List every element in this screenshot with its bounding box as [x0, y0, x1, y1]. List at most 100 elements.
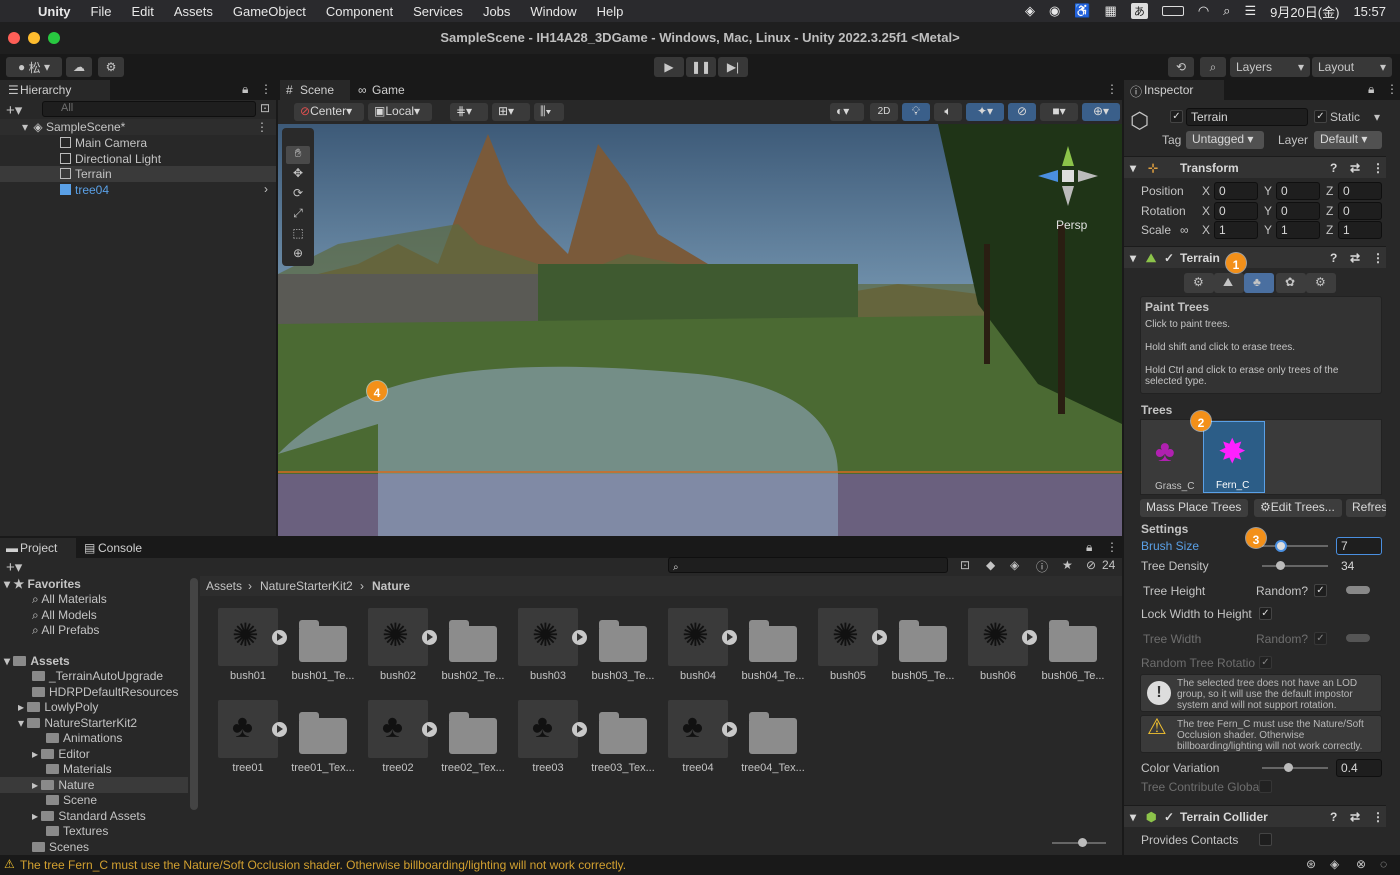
camera-settings-button[interactable]: ■▾ [1040, 103, 1078, 121]
kebab-menu-icon[interactable]: ⋮ [1386, 82, 1398, 96]
expand-prefab-button[interactable] [572, 630, 587, 645]
folder-icon[interactable] [449, 712, 497, 754]
presets-icon[interactable]: ⇄ [1350, 161, 1360, 175]
transform-tool-button[interactable]: ⊕ [286, 246, 310, 264]
menu-app[interactable]: Unity [28, 4, 81, 19]
tree-height-random-checkbox[interactable]: ✓ [1314, 584, 1327, 597]
menubar-date[interactable]: 9月20日(金) [1270, 2, 1339, 21]
scene-row[interactable]: ▾ ◈ SampleScene* ⋮ [0, 119, 276, 135]
increment-snap-button[interactable]: ⫼▾ [534, 103, 564, 121]
chevron-down-icon[interactable]: ▾ [1374, 110, 1380, 124]
asset-prefab-thumbnail[interactable]: ♣ [218, 700, 278, 758]
brush-size-field[interactable]: 7 [1336, 537, 1382, 555]
help-icon[interactable]: ? [1330, 810, 1337, 824]
terrain-header[interactable]: ▾ ⛰︎ ✓ Terrain? ⇄ ⋮ [1124, 246, 1386, 268]
grid-snap-button[interactable]: ⋕▾ [450, 103, 488, 121]
scale-x-field[interactable]: 1 [1214, 221, 1258, 239]
kebab-menu-icon[interactable]: ⋮ [1372, 810, 1384, 824]
ime-indicator[interactable]: あ [1130, 3, 1148, 19]
rotation-y-field[interactable]: 0 [1276, 202, 1320, 220]
tag-dropdown[interactable]: Untagged ▾ [1186, 131, 1264, 149]
asset-label[interactable]: bush01 [208, 670, 288, 682]
draw-mode-button[interactable]: ◐▾ [830, 103, 864, 121]
lock-width-checkbox[interactable]: ✓ [1259, 607, 1272, 620]
terrain-collider-header[interactable]: ▾ ⬢ ✓ Terrain Collider? ⇄ ⋮ [1124, 805, 1386, 827]
lock-icon[interactable]: 🔒︎ [1368, 82, 1374, 97]
menu-component[interactable]: Component [316, 4, 403, 19]
position-x-field[interactable]: 0 [1214, 182, 1258, 200]
asset-label[interactable]: bush01_Te... [283, 670, 363, 682]
battery-icon[interactable] [1161, 6, 1184, 16]
asset-label[interactable]: bush05 [808, 670, 888, 682]
breadcrumb-assets[interactable]: Assets [206, 579, 242, 593]
hierarchy-item-terrain[interactable]: Terrain [0, 166, 276, 182]
expand-prefab-button[interactable] [422, 630, 437, 645]
expand-prefab-button[interactable] [272, 722, 287, 737]
icon-size-slider-thumb[interactable] [1078, 838, 1087, 847]
tree-density-slider[interactable] [1262, 565, 1328, 567]
assets-row[interactable]: ▾ Assets [4, 653, 70, 669]
folder-materials[interactable]: Materials [46, 761, 112, 777]
asset-prefab-thumbnail[interactable]: ✺ [818, 608, 878, 666]
asset-label[interactable]: bush05_Te... [883, 670, 963, 682]
project-search-input[interactable]: ⌕ [668, 557, 948, 573]
collider-enabled-check[interactable]: ✓ [1164, 810, 1174, 824]
orientation-gizmo[interactable] [1038, 146, 1098, 206]
asset-label[interactable]: bush06 [958, 670, 1038, 682]
help-icon[interactable]: ? [1330, 161, 1337, 175]
provides-contacts-checkbox[interactable] [1259, 833, 1272, 846]
asset-prefab-thumbnail[interactable]: ✺ [368, 608, 428, 666]
asset-label[interactable]: bush03 [508, 670, 588, 682]
help-icon[interactable]: ? [1330, 251, 1337, 265]
asset-prefab-thumbnail[interactable]: ✺ [518, 608, 578, 666]
terrain-tool-settings[interactable]: ⚙ [1306, 273, 1336, 293]
lock-icon[interactable]: 🔒︎ [242, 82, 248, 97]
menubar-time[interactable]: 15:57 [1353, 4, 1386, 19]
layer-dropdown[interactable]: Default ▾ [1314, 131, 1382, 149]
asset-label[interactable]: tree01 [208, 762, 288, 774]
kebab-menu-icon[interactable]: ⋮ [256, 119, 268, 135]
tree-density-field[interactable]: 34 [1336, 557, 1382, 575]
terrain-enabled-check[interactable]: ✓ [1164, 251, 1174, 265]
folder-textures[interactable]: Textures [46, 823, 108, 839]
rotate-tool-button[interactable]: ⟳ [286, 186, 310, 204]
terrain-tool-paint-details[interactable]: ✿ [1276, 273, 1306, 293]
layers-dropdown[interactable]: Layers ▾ [1230, 57, 1310, 77]
folder-hdrp-default-resources[interactable]: HDRPDefaultResources [32, 684, 178, 700]
asset-label[interactable]: bush03_Te... [583, 670, 663, 682]
hand-tool-button[interactable]: ✋︎ [286, 146, 310, 164]
expand-prefab-button[interactable] [722, 630, 737, 645]
presets-icon[interactable]: ⇄ [1350, 251, 1360, 265]
menu-file[interactable]: File [81, 4, 122, 19]
tree-density-slider-thumb[interactable] [1276, 561, 1285, 570]
terrain-tool-paint-trees[interactable]: ♣ [1244, 273, 1274, 293]
progress-icon[interactable]: ⊗ [1356, 857, 1366, 871]
folder-icon[interactable] [1049, 620, 1097, 662]
kebab-menu-icon[interactable]: ⋮ [260, 82, 272, 96]
favorite-star-icon[interactable]: ★ [1062, 558, 1073, 572]
breadcrumb-nature[interactable]: Nature [372, 579, 410, 593]
expand-prefab-button[interactable] [422, 722, 437, 737]
tab-console[interactable]: ▤ Console [78, 538, 158, 558]
menu-edit[interactable]: Edit [121, 4, 163, 19]
scale-tool-button[interactable]: ⤢ [286, 206, 310, 224]
asset-prefab-thumbnail[interactable]: ♣ [518, 700, 578, 758]
bug-icon[interactable]: ⊛ [1306, 857, 1316, 871]
account-dropdown[interactable]: ● 松 ▾ [6, 57, 62, 77]
asset-label[interactable]: tree04 [658, 762, 738, 774]
notification-bell-icon[interactable]: ◌ [1380, 857, 1387, 871]
pause-button[interactable]: ❚❚ [686, 57, 716, 77]
lighting-toggle[interactable]: 💡︎ [902, 103, 930, 121]
tree-prototype-grass[interactable]: ♣ Grass_C [1145, 423, 1203, 493]
hierarchy-item-tree04[interactable]: tree04 [60, 182, 109, 198]
scene-visibility-icon[interactable]: ⊡ [260, 101, 270, 115]
folder-icon[interactable] [749, 712, 797, 754]
menu-services[interactable]: Services [403, 4, 473, 19]
asset-label[interactable]: bush02 [358, 670, 438, 682]
folder-editor[interactable]: ▸ Editor [32, 746, 90, 762]
folder-naturestarterkit2[interactable]: ▾ NatureStarterKit2 [18, 715, 137, 731]
asset-prefab-thumbnail[interactable]: ✺ [218, 608, 278, 666]
folder-scene[interactable]: Scene [46, 792, 97, 808]
breadcrumb-naturestarterkit2[interactable]: NatureStarterKit2 [260, 579, 353, 593]
folder-nature[interactable]: ▸ Nature [0, 777, 188, 793]
